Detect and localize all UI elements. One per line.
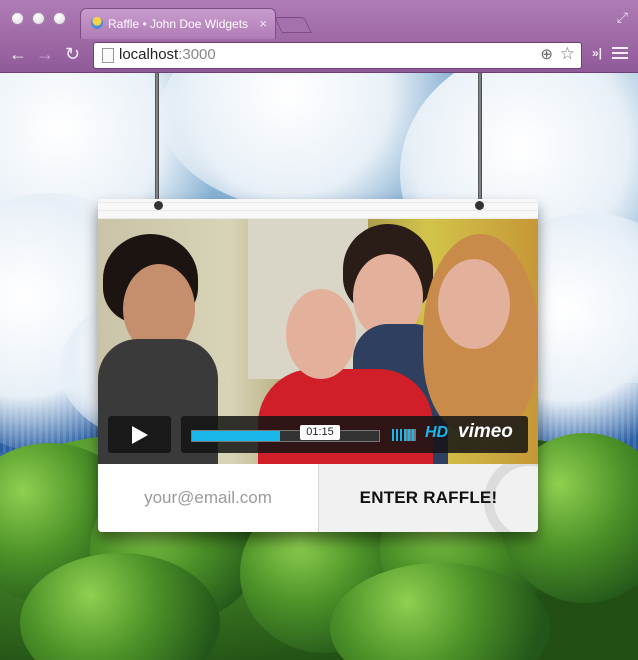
browser-tab[interactable]: Raffle • John Doe Widgets ×: [80, 8, 276, 39]
tab-close-icon[interactable]: ×: [259, 9, 267, 39]
volume-off-segment: [406, 429, 416, 441]
url-text[interactable]: localhost:3000: [119, 46, 216, 63]
reload-icon[interactable]: ↻: [65, 44, 80, 64]
url-port: :3000: [178, 46, 216, 63]
vimeo-logo[interactable]: vimeo: [458, 421, 513, 443]
play-button[interactable]: [108, 416, 171, 453]
close-window-button[interactable]: [11, 12, 24, 25]
video-player[interactable]: 01:15 HD vimeo: [98, 219, 538, 464]
enter-raffle-label: ENTER RAFFLE!: [359, 488, 498, 507]
enter-raffle-button[interactable]: ENTER RAFFLE!: [319, 464, 538, 532]
video-controls: 01:15 HD vimeo: [108, 416, 528, 453]
play-icon: [132, 426, 148, 444]
zoom-icon[interactable]: ⊕: [540, 45, 553, 63]
hook-left: [154, 201, 163, 210]
page-icon: [102, 48, 114, 63]
hanging-cable-left: [155, 73, 159, 203]
raffle-panel: 01:15 HD vimeo ENTER RAFFLE!: [98, 199, 538, 532]
minimize-window-button[interactable]: [32, 12, 45, 25]
menu-icon[interactable]: [612, 47, 628, 61]
hd-toggle[interactable]: HD: [425, 424, 448, 442]
favicon-icon: [91, 17, 103, 29]
email-input[interactable]: [98, 464, 318, 532]
url-host: localhost: [119, 46, 179, 63]
hanging-cable-right: [478, 73, 482, 203]
fullscreen-icon[interactable]: ⤢: [617, 9, 628, 26]
zoom-window-button[interactable]: [53, 12, 66, 25]
bookmark-star-icon[interactable]: ☆: [560, 44, 575, 64]
tab-title: Raffle • John Doe Widgets: [108, 17, 248, 31]
video-control-bar: 01:15 HD vimeo: [181, 416, 528, 453]
new-tab-button[interactable]: [274, 17, 312, 33]
address-bar[interactable]: localhost:3000 ⊕ ☆: [93, 42, 582, 69]
time-tooltip: 01:15: [300, 425, 340, 440]
progress-fill: [192, 431, 280, 441]
browser-chrome: Raffle • John Doe Widgets × ⤢ ← → ↻ loca…: [0, 0, 638, 73]
person-face: [286, 289, 356, 379]
browser-toolbar: ← → ↻ localhost:3000 ⊕ ☆ »|: [0, 38, 638, 72]
panel-top-strip: [98, 199, 538, 219]
back-arrow-icon[interactable]: ←: [9, 44, 27, 64]
person-face: [438, 259, 510, 349]
hook-right: [475, 201, 484, 210]
progress-bar[interactable]: 01:15: [191, 425, 380, 442]
extensions-overflow-icon[interactable]: »|: [592, 46, 602, 60]
forward-arrow-icon[interactable]: →: [36, 44, 54, 64]
